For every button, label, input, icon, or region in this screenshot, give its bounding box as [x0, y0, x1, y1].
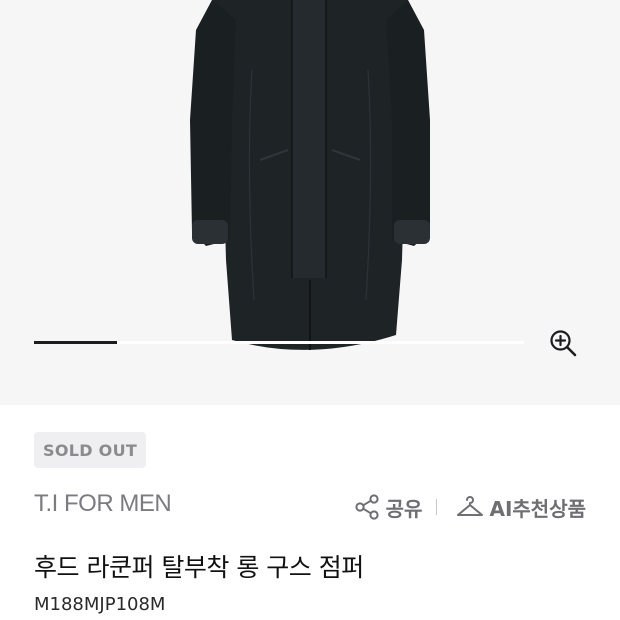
zoom-in-icon: [550, 330, 577, 357]
ai-recommend-label: AI추천상품: [489, 496, 586, 521]
product-image: [190, 0, 430, 350]
brand-name[interactable]: T.I FOR MEN: [34, 490, 172, 518]
gallery-progress-fill: [34, 341, 118, 344]
share-button[interactable]: 공유: [354, 493, 423, 522]
product-title: 후드 라쿤퍼 탈부착 롱 구스 점퍼: [34, 553, 364, 582]
share-label: 공유: [385, 496, 423, 521]
product-detail-page: SOLD OUT T.I FOR MEN 공유 AI추천상품 후드 라쿤퍼 탈부…: [0, 0, 620, 620]
ai-recommend-button[interactable]: AI추천상품: [455, 493, 586, 522]
status-badge: SOLD OUT: [34, 432, 147, 468]
product-code: M188MJP108M: [34, 594, 166, 615]
share-icon: [355, 494, 379, 520]
actions-divider: [436, 499, 438, 515]
product-image-gallery[interactable]: [0, 0, 620, 405]
gallery-progress-track: [34, 341, 524, 344]
hanger-icon: [457, 496, 484, 516]
zoom-button[interactable]: [546, 326, 580, 360]
product-actions: 공유 AI추천상품: [354, 492, 586, 522]
